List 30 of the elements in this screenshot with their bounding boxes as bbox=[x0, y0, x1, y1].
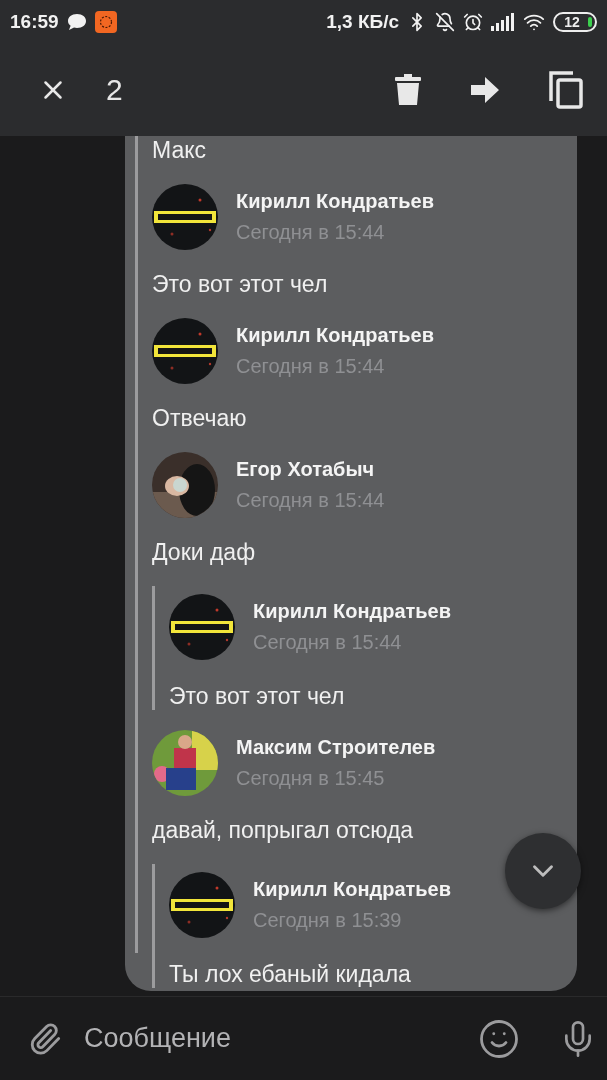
arrow-right-icon bbox=[471, 77, 499, 103]
message-text: давай, попрыгал отсюда bbox=[152, 816, 415, 844]
author-name: Кирилл Кондратьев bbox=[236, 324, 435, 347]
message-input[interactable]: Сообщение bbox=[82, 1022, 440, 1055]
clock: 16:59 bbox=[10, 11, 59, 33]
author-name: Кирилл Кондратьев bbox=[253, 600, 452, 623]
signal-icon bbox=[491, 13, 515, 31]
message-text: Макс bbox=[152, 136, 208, 164]
bell-off-icon bbox=[435, 12, 455, 32]
message-text: Это вот этот чел bbox=[169, 682, 346, 710]
smiley-icon bbox=[478, 1017, 520, 1060]
chat-bubble-icon bbox=[66, 13, 87, 31]
trash-icon bbox=[395, 74, 421, 106]
author-name: Максим Строителев bbox=[236, 736, 436, 759]
message-text: Это вот этот чел bbox=[152, 270, 329, 298]
author-name: Егор Хотабыч bbox=[236, 458, 376, 481]
message-text: Отвечаю bbox=[152, 404, 248, 432]
copy-icon bbox=[549, 71, 583, 109]
emoji-button[interactable] bbox=[478, 1017, 520, 1060]
author-name: Кирилл Кондратьев bbox=[236, 190, 435, 213]
network-speed: 1,3 КБ/с bbox=[326, 11, 399, 33]
author-name: Кирилл Кондратьев bbox=[253, 878, 452, 901]
alarm-clock-icon bbox=[463, 12, 483, 32]
selected-count: 2 bbox=[106, 73, 123, 107]
message-text: Доки даф bbox=[152, 538, 257, 566]
app-icon bbox=[94, 11, 117, 33]
message-text: Ты лох ебаный кидала bbox=[169, 960, 412, 988]
attach-button[interactable] bbox=[28, 1021, 62, 1056]
paperclip-icon bbox=[28, 1021, 62, 1056]
battery-indicator: 12 bbox=[553, 12, 597, 32]
